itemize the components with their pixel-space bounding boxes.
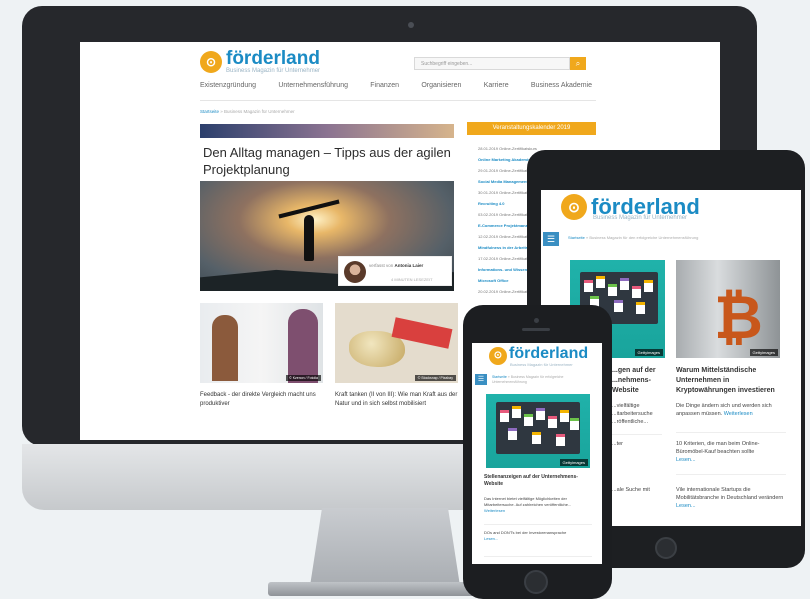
author-name[interactable]: Antonia Laier xyxy=(395,263,424,268)
article-title[interactable]: Den Alltag managen – Tipps aus der agile… xyxy=(203,144,465,178)
avatar xyxy=(344,261,366,283)
article-title-partial[interactable]: ...gen auf der ...nehmens- Website xyxy=(612,366,662,396)
breadcrumb: Startseite » Business Magazin für erfolg… xyxy=(492,375,592,385)
menu-icon[interactable]: ☰ xyxy=(543,232,559,246)
divider xyxy=(676,474,786,475)
divider xyxy=(484,524,592,525)
article-teaser-krypto: Die Dinge ändern sich und werden sich an… xyxy=(676,403,772,417)
read-more-link[interactable]: Weiterlesen xyxy=(484,508,505,513)
card-title-feedback[interactable]: Feedback - der direkte Vergleich macht u… xyxy=(200,391,324,409)
author-box: verfasst von Antonia Laier 4 MINUTEN LES… xyxy=(338,256,452,286)
article-title-krypto[interactable]: Warum Mittelständische Unternehmen in Kr… xyxy=(676,366,786,396)
card-image-feedback[interactable]: © Kzenon / Fotolia xyxy=(200,303,323,383)
menu-icon[interactable]: ☰ xyxy=(475,374,487,385)
card-image-kraft-tanken[interactable]: © Stocksnap / Pixabay xyxy=(335,303,458,383)
list-item[interactable]: ...ter xyxy=(612,440,662,448)
author-line: verfasst von Antonia Laier xyxy=(369,263,424,268)
article-image-bitcoin[interactable]: ₿ Gettyimages xyxy=(676,260,780,358)
breadcrumb-current: » Business Magazin für den erfolgreiche … xyxy=(586,235,699,240)
breadcrumb: Startseite » Business Magazin für den er… xyxy=(568,235,698,240)
breadcrumb-home[interactable]: Startseite xyxy=(200,109,219,114)
nav-item-existenzgruendung[interactable]: Existenzgründung xyxy=(200,82,256,89)
divider xyxy=(484,556,592,557)
divider xyxy=(200,100,596,101)
nav-item-organisieren[interactable]: Organisieren xyxy=(421,82,461,89)
image-credit: Gettyimages xyxy=(559,459,588,466)
breadcrumb-current: » Business Magazin für Unternehmer xyxy=(220,109,295,114)
nav-item-karriere[interactable]: Karriere xyxy=(484,82,509,89)
article-teaser-partial: ...vielfältige ...itarbeitersuche ...röf… xyxy=(612,403,653,425)
image-credit: Gettyimages xyxy=(749,349,778,356)
brand-tagline: Business Magazin für Unternehmer xyxy=(226,68,321,74)
brand-tagline: Business Magazin für Unternehmer xyxy=(510,362,573,367)
brand-tagline: Business Magazin für Unternehmer xyxy=(593,215,688,221)
search-input[interactable]: Suchbegriff eingeben... xyxy=(414,57,570,70)
divider xyxy=(612,434,662,435)
image-credit: © Stocksnap / Pixabay xyxy=(414,375,456,381)
tablet-home-button[interactable] xyxy=(655,537,677,559)
bitcoin-icon: ₿ xyxy=(714,284,763,351)
main-nav: Existenzgründung Unternehmensführung Fin… xyxy=(200,82,592,89)
camera xyxy=(408,22,414,28)
events-heading: Veranstaltungskalender 2019 xyxy=(467,122,596,135)
förderland-logo-icon[interactable]: ⊙ xyxy=(489,347,507,365)
breadcrumb: Startseite » Business Magazin für Untern… xyxy=(200,109,295,114)
divider xyxy=(676,432,786,433)
imac-stand xyxy=(310,508,460,586)
brand-name[interactable]: förderland xyxy=(509,345,588,363)
list-item[interactable]: ...ale Suche mit xyxy=(612,486,662,494)
read-time: 4 MINUTEN LESEZEIT xyxy=(391,277,433,282)
breadcrumb-home[interactable]: Startseite xyxy=(568,235,585,240)
phone-home-button[interactable] xyxy=(524,570,548,594)
list-item-investoren[interactable]: DOs and DON'Ts bei der Investorenansprac… xyxy=(484,530,592,542)
desktop-brand[interactable]: ⊙ förderland Business Magazin für Untern… xyxy=(200,48,321,74)
breadcrumb-home[interactable]: Startseite xyxy=(492,375,507,379)
card-title-kraft-tanken[interactable]: Kraft tanken (II von III): Wie man Kraft… xyxy=(335,391,459,409)
article-title-stellenanzeigen[interactable]: Stellenanzeigen auf der Unternehmens-Web… xyxy=(484,474,592,488)
read-more-link[interactable]: Weiterlesen xyxy=(724,411,753,417)
article-teaser: Das Internet bietet vielfältige Möglichk… xyxy=(484,496,572,513)
search-icon[interactable]: ⌕ xyxy=(570,57,586,70)
nav-item-unternehmensfuehrung[interactable]: Unternehmensführung xyxy=(278,82,348,89)
image-credit: © Kzenon / Fotolia xyxy=(286,375,321,381)
brand-name: förderland xyxy=(226,48,320,69)
image-credit: Gettyimages xyxy=(634,349,663,356)
article-image-stellenanzeigen[interactable]: Gettyimages xyxy=(486,394,590,468)
nav-item-business-akademie[interactable]: Business Akademie xyxy=(531,82,592,89)
list-item-bueromoebel[interactable]: 10 Kriterien, die man beim Online-Büromö… xyxy=(676,440,786,464)
hero-banner-image[interactable] xyxy=(200,124,454,138)
förderland-logo-icon: ⊙ xyxy=(200,51,222,73)
förderland-logo-icon[interactable]: ⊙ xyxy=(561,194,587,220)
list-item-startups[interactable]: Vile internationale Startups die Mobilit… xyxy=(676,486,786,510)
nav-item-finanzen[interactable]: Finanzen xyxy=(370,82,399,89)
phone-speaker xyxy=(522,328,550,331)
phone-camera xyxy=(534,318,539,323)
